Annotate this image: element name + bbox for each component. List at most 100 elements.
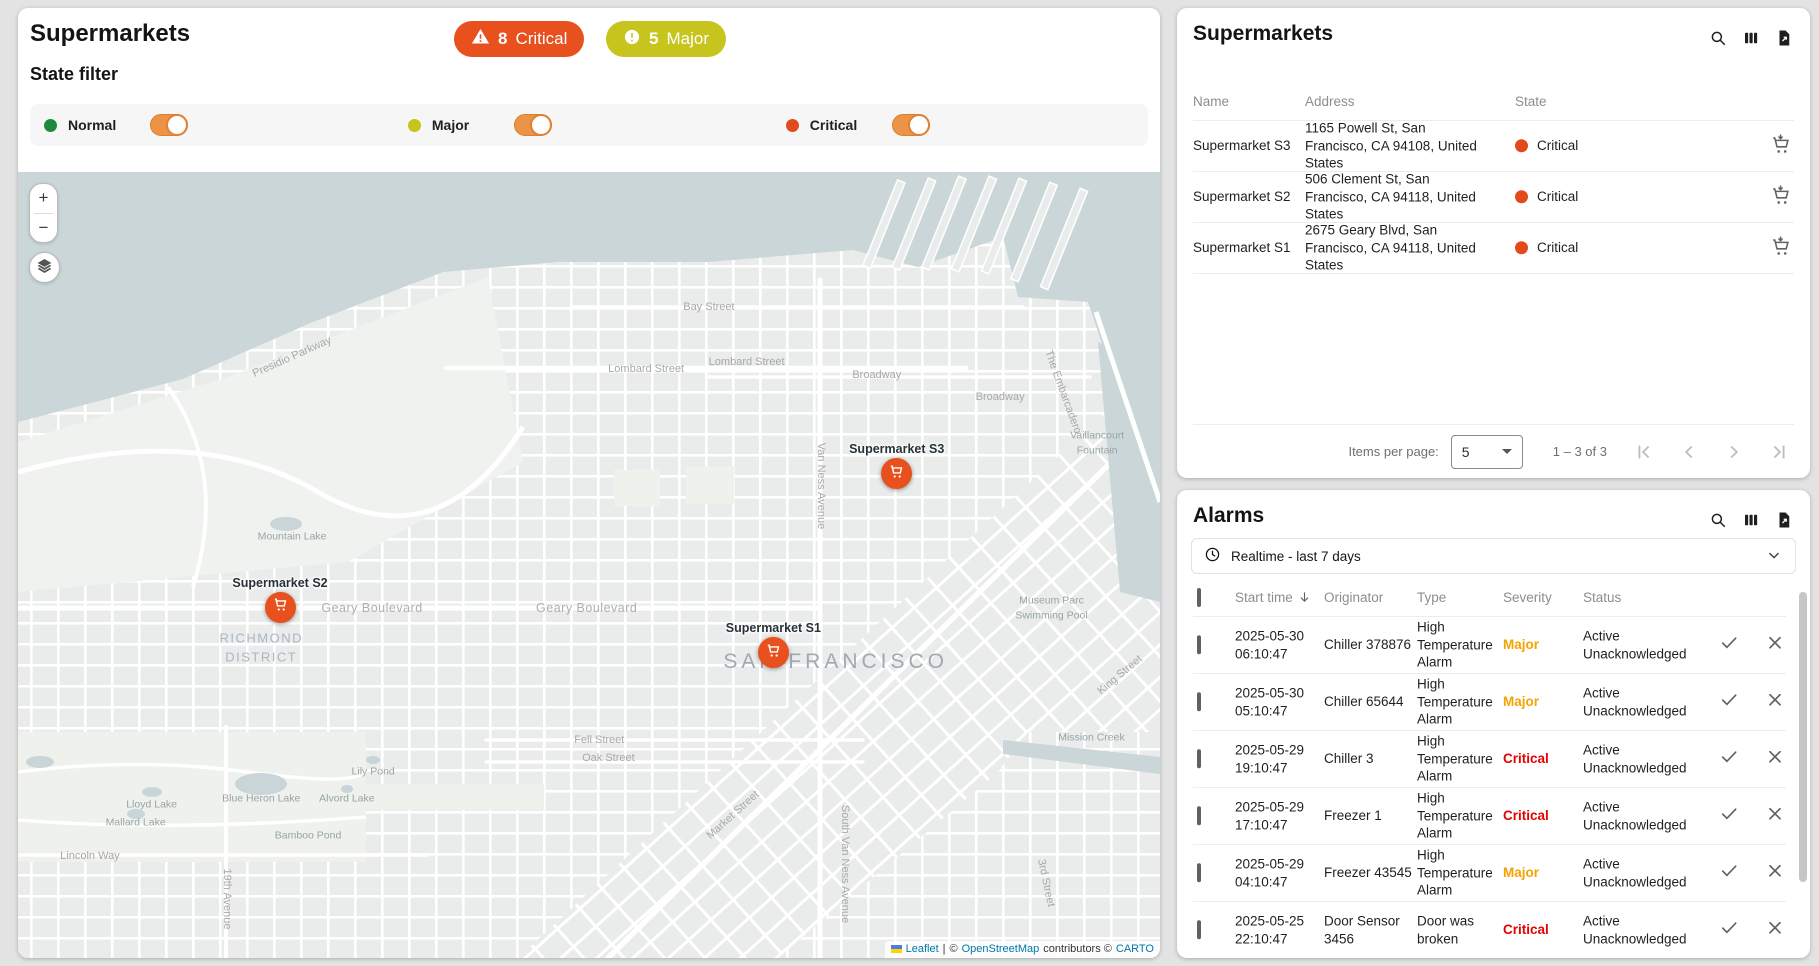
critical-state-dot: [1515, 190, 1528, 203]
marker-label: Supermarket S1: [726, 621, 821, 635]
alarm-checkbox[interactable]: [1197, 864, 1201, 882]
map-marker-supermarket-s2[interactable]: Supermarket S2: [265, 592, 296, 623]
alarm-row[interactable]: 2025-05-29 19:10:47 Chiller 3 High Tempe…: [1193, 731, 1786, 788]
supermarkets-table-title: Supermarkets: [1193, 22, 1333, 46]
leaflet-link[interactable]: Leaflet: [906, 943, 939, 955]
acknowledge-alarm-button[interactable]: [1719, 861, 1739, 886]
columns-icon[interactable]: [1741, 510, 1761, 530]
state-filter-label: Critical: [810, 117, 892, 133]
search-icon[interactable]: [1708, 28, 1728, 48]
acknowledge-alarm-button[interactable]: [1719, 918, 1739, 943]
clear-alarm-button[interactable]: [1765, 804, 1785, 829]
contributors-text: contributors ©: [1043, 943, 1112, 955]
acknowledge-alarm-button[interactable]: [1719, 633, 1739, 658]
supermarket-row[interactable]: Supermarket S3 1165 Powell St, San Franc…: [1193, 121, 1794, 172]
first-page-button[interactable]: [1633, 441, 1655, 463]
alarm-start-time: 2025-05-30 05:10:47: [1235, 684, 1315, 719]
state-toggle-critical[interactable]: [892, 114, 930, 136]
major-count-badge[interactable]: 5 Major: [606, 21, 726, 57]
go-to-supermarket-button[interactable]: [1770, 185, 1792, 210]
go-to-supermarket-button[interactable]: [1770, 236, 1792, 261]
clock-icon: [1204, 546, 1221, 566]
alarm-originator: Door Sensor 3456: [1324, 912, 1412, 947]
alarm-checkbox[interactable]: [1197, 921, 1201, 939]
supermarket-state: Critical: [1515, 137, 1578, 155]
supermarket-name: Supermarket S1: [1193, 239, 1291, 257]
pager-nav: [1633, 441, 1790, 463]
alarm-checkbox[interactable]: [1197, 807, 1201, 825]
major-count: 5: [649, 29, 658, 49]
supermarkets-table-panel: Supermarkets Name Address State Supermar…: [1177, 8, 1810, 478]
alarm-checkbox[interactable]: [1197, 636, 1201, 654]
acknowledge-alarm-button[interactable]: [1719, 747, 1739, 772]
supermarket-address: 1165 Powell St, San Francisco, CA 94108,…: [1305, 120, 1483, 173]
column-header-start-time[interactable]: Start time: [1235, 590, 1312, 605]
alarm-type: High Temperature Alarm: [1417, 847, 1497, 900]
state-toggle-normal[interactable]: [150, 114, 188, 136]
alarm-checkbox[interactable]: [1197, 693, 1201, 711]
alarm-status: Active Unacknowledged: [1583, 855, 1703, 890]
openstreetmap-link[interactable]: OpenStreetMap: [962, 943, 1040, 955]
columns-icon[interactable]: [1741, 28, 1761, 48]
sort-descending-icon: [1297, 590, 1312, 605]
items-per-page-select[interactable]: 5: [1451, 435, 1523, 469]
acknowledge-alarm-button[interactable]: [1719, 690, 1739, 715]
carto-link[interactable]: CARTO: [1116, 943, 1154, 955]
alarm-severity: Major: [1503, 636, 1577, 654]
column-header-state: State: [1515, 94, 1547, 109]
critical-count-badge[interactable]: 8 Critical: [454, 21, 584, 57]
clear-alarm-button[interactable]: [1765, 918, 1785, 943]
select-all-checkbox[interactable]: [1197, 590, 1201, 605]
alarm-severity: Critical: [1503, 807, 1577, 825]
items-per-page-label: Items per page:: [1348, 444, 1438, 459]
layers-icon: [36, 257, 53, 279]
last-page-button[interactable]: [1768, 441, 1790, 463]
supermarket-name: Supermarket S2: [1193, 188, 1291, 206]
zoom-in-button[interactable]: +: [30, 184, 57, 213]
state-label: Critical: [1537, 188, 1578, 206]
state-label: Critical: [1537, 239, 1578, 257]
supermarket-state: Critical: [1515, 239, 1578, 257]
alarms-table-header: Start time Originator Type Severity Stat…: [1193, 588, 1786, 616]
map-marker-supermarket-s1[interactable]: Supermarket S1: [758, 637, 789, 668]
clear-alarm-button[interactable]: [1765, 633, 1785, 658]
scrollbar[interactable]: [1799, 588, 1807, 952]
map-layers-button[interactable]: [29, 252, 60, 283]
map-marker-supermarket-s3[interactable]: Supermarket S3: [881, 458, 912, 489]
alarm-row[interactable]: 2025-05-29 17:10:47 Freezer 1 High Tempe…: [1193, 788, 1786, 845]
alarm-status: Active Unacknowledged: [1583, 912, 1703, 947]
alarm-severity: Critical: [1503, 750, 1577, 768]
state-toggle-major[interactable]: [514, 114, 552, 136]
go-to-supermarket-button[interactable]: [1770, 134, 1792, 159]
alarm-originator: Chiller 378876: [1324, 636, 1412, 654]
alarm-row[interactable]: 2025-05-29 04:10:47 Freezer 43545 High T…: [1193, 845, 1786, 902]
map-markers-layer: Supermarket S3 Supermarket S2 Supermarke…: [18, 172, 1160, 958]
previous-page-button[interactable]: [1678, 441, 1700, 463]
column-header-type: Type: [1417, 590, 1446, 605]
alarm-row[interactable]: 2025-05-30 06:10:47 Chiller 378876 High …: [1193, 617, 1786, 674]
clear-alarm-button[interactable]: [1765, 747, 1785, 772]
state-label: Critical: [1537, 137, 1578, 155]
map-attribution: Leaflet | © OpenStreetMap contributors ©…: [885, 941, 1160, 958]
column-header-name: Name: [1193, 94, 1229, 109]
map-panel: Supermarkets 8 Critical 5 Major State fi…: [18, 8, 1160, 958]
toggle-knob: [530, 114, 552, 136]
supermarket-row[interactable]: Supermarket S1 2675 Geary Blvd, San Fran…: [1193, 223, 1794, 274]
alarm-type: High Temperature Alarm: [1417, 733, 1497, 786]
alarm-row[interactable]: 2025-05-25 22:10:47 Door Sensor 3456 Doo…: [1193, 902, 1786, 958]
supermarket-row[interactable]: Supermarket S2 506 Clement St, San Franc…: [1193, 172, 1794, 223]
search-icon[interactable]: [1708, 510, 1728, 530]
scrollbar-thumb[interactable]: [1799, 592, 1807, 882]
time-filter-dropdown[interactable]: Realtime - last 7 days: [1191, 538, 1796, 574]
alarm-checkbox[interactable]: [1197, 750, 1201, 768]
zoom-out-button[interactable]: −: [30, 214, 57, 243]
clear-alarm-button[interactable]: [1765, 690, 1785, 715]
acknowledge-alarm-button[interactable]: [1719, 804, 1739, 829]
supermarket-state: Critical: [1515, 188, 1578, 206]
clear-alarm-button[interactable]: [1765, 861, 1785, 886]
export-file-icon[interactable]: [1774, 510, 1794, 530]
alarm-row[interactable]: 2025-05-30 05:10:47 Chiller 65644 High T…: [1193, 674, 1786, 731]
export-file-icon[interactable]: [1774, 28, 1794, 48]
next-page-button[interactable]: [1723, 441, 1745, 463]
map[interactable]: Mountain LakePresidio ParkwayLombard Str…: [18, 172, 1160, 958]
